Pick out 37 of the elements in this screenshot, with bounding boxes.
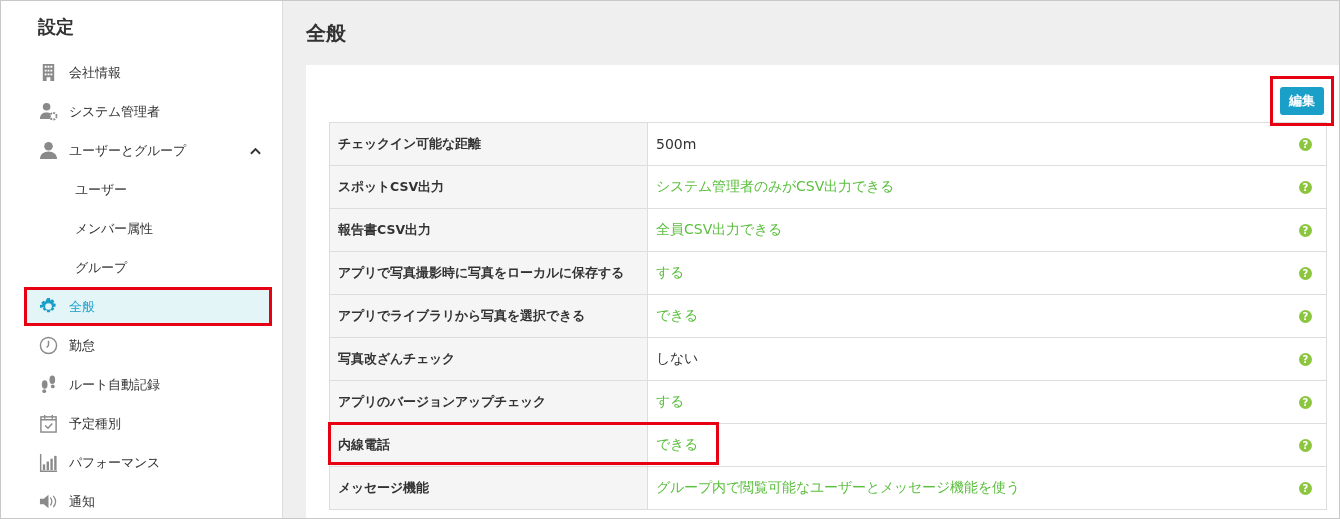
sidebar-item[interactable]: ユーザーとグループ <box>24 131 272 170</box>
user-icon <box>39 141 58 160</box>
setting-value: できる <box>656 307 698 325</box>
setting-label: メッセージ機能 <box>330 467 648 509</box>
setting-value: しない <box>656 350 698 368</box>
footprints-icon <box>39 375 58 394</box>
sidebar-subitem[interactable]: グループ <box>24 248 272 287</box>
setting-label: アプリで写真撮影時に写真をローカルに保存する <box>330 252 648 294</box>
sidebar-item[interactable]: パフォーマンス <box>24 443 272 482</box>
setting-label: アプリのバージョンアップチェック <box>330 381 648 423</box>
sidebar-title: 設定 <box>38 15 75 39</box>
clock-icon <box>39 336 58 355</box>
setting-label: 写真改ざんチェック <box>330 338 648 380</box>
bar-chart-icon <box>39 453 58 472</box>
sidebar-item[interactable]: 予定種別 <box>24 404 272 443</box>
speaker-icon <box>39 492 58 511</box>
setting-label: チェックイン可能な距離 <box>330 123 648 165</box>
user-gear-icon <box>39 102 58 121</box>
sidebar-subitem[interactable]: ユーザー <box>24 170 272 209</box>
setting-value: システム管理者のみがCSV出力できる <box>656 178 895 196</box>
sidebar-item[interactable]: ルート自動記録 <box>24 365 272 404</box>
sidebar-item[interactable]: システム管理者 <box>24 92 272 131</box>
setting-value: する <box>656 393 684 411</box>
setting-label: スポットCSV出力 <box>330 166 648 208</box>
setting-value: グループ内で閲覧可能なユーザーとメッセージ機能を使う <box>656 479 1020 497</box>
setting-label: アプリでライブラリから写真を選択できる <box>330 295 648 337</box>
sidebar-item[interactable]: 会社情報 <box>24 53 272 92</box>
sidebar-subitem[interactable]: メンバー属性 <box>24 209 272 248</box>
setting-value: する <box>656 264 684 282</box>
sidebar-item[interactable]: 勤怠 <box>24 326 272 365</box>
setting-value: 500m <box>656 136 697 152</box>
sidebar-item[interactable]: 通知 <box>24 482 272 518</box>
setting-value: できる <box>656 436 698 454</box>
page-title: 全般 <box>306 19 347 47</box>
setting-label: 報告書CSV出力 <box>330 209 648 251</box>
calendar-icon <box>39 414 58 433</box>
setting-value: 全員CSV出力できる <box>656 221 783 239</box>
